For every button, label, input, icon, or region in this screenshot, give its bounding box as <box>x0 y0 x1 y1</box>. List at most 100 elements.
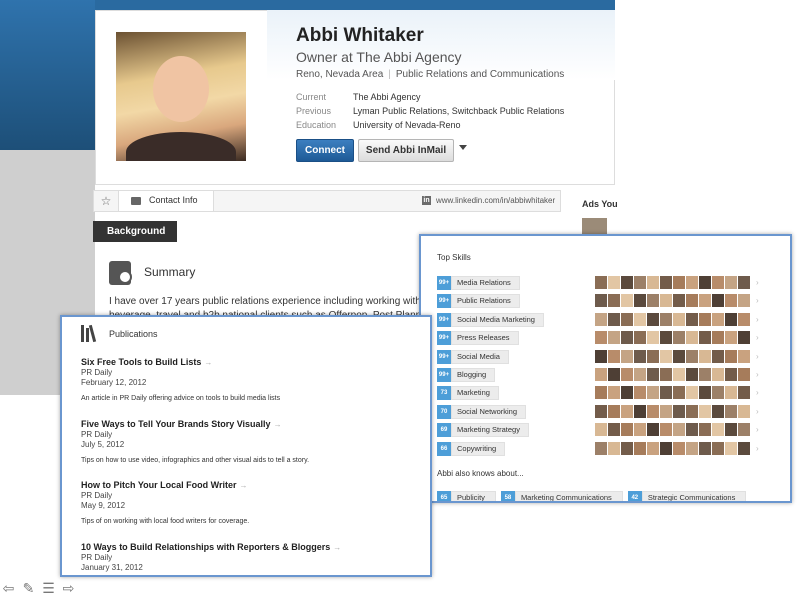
endorser-avatars[interactable]: › <box>595 404 759 418</box>
avatar[interactable] <box>647 276 659 289</box>
avatar[interactable] <box>738 368 750 381</box>
avatar[interactable] <box>621 294 633 308</box>
skill-row[interactable]: 66 Copywriting › <box>437 441 759 456</box>
avatar[interactable] <box>660 276 672 289</box>
chevron-right-icon[interactable]: › <box>756 294 759 307</box>
avatar[interactable] <box>608 349 620 363</box>
chevron-right-icon[interactable]: › <box>756 276 759 289</box>
industry-link[interactable]: Public Relations and Communications <box>396 69 564 80</box>
chevron-down-icon[interactable] <box>459 145 467 150</box>
fact-value[interactable]: The Abbi Agency <box>353 90 421 104</box>
avatar[interactable] <box>725 423 737 437</box>
avatar[interactable] <box>673 312 685 326</box>
avatar[interactable] <box>660 331 672 345</box>
avatar[interactable] <box>621 349 633 363</box>
avatar[interactable] <box>634 404 646 418</box>
avatar[interactable] <box>673 404 685 418</box>
avatar[interactable] <box>647 294 659 308</box>
skill-row[interactable]: 99+ Social Media Marketing › <box>437 312 759 327</box>
avatar[interactable] <box>699 294 711 308</box>
avatar[interactable] <box>595 368 607 381</box>
skill-chip[interactable]: 65 Publicity <box>437 491 496 501</box>
avatar[interactable] <box>686 423 698 437</box>
avatar[interactable] <box>686 294 698 308</box>
avatar[interactable] <box>660 404 672 418</box>
publication-title[interactable]: Six Free Tools to Build Lists → <box>81 357 280 368</box>
avatar[interactable] <box>725 404 737 418</box>
avatar[interactable] <box>712 404 724 418</box>
avatar[interactable] <box>647 423 659 437</box>
avatar[interactable] <box>712 441 724 455</box>
avatar[interactable] <box>634 441 646 455</box>
avatar[interactable] <box>595 349 607 363</box>
avatar[interactable] <box>621 368 633 381</box>
endorser-avatars[interactable]: › <box>595 276 759 289</box>
avatar[interactable] <box>621 331 633 345</box>
forward-arrow-icon[interactable]: ⇨ <box>60 580 77 596</box>
avatar[interactable] <box>712 331 724 345</box>
avatar[interactable] <box>608 294 620 308</box>
avatar[interactable] <box>608 276 620 289</box>
avatar[interactable] <box>712 312 724 326</box>
avatar[interactable] <box>738 441 750 455</box>
avatar[interactable] <box>699 368 711 381</box>
avatar[interactable] <box>712 386 724 400</box>
avatar[interactable] <box>673 331 685 345</box>
avatar[interactable] <box>660 441 672 455</box>
avatar[interactable] <box>725 349 737 363</box>
avatar[interactable] <box>595 331 607 345</box>
avatar[interactable] <box>660 312 672 326</box>
avatar[interactable] <box>660 349 672 363</box>
avatar[interactable] <box>595 423 607 437</box>
skill-row[interactable]: 99+ Public Relations › <box>437 294 759 309</box>
avatar[interactable] <box>686 404 698 418</box>
avatar[interactable] <box>608 441 620 455</box>
avatar[interactable] <box>738 423 750 437</box>
avatar[interactable] <box>699 312 711 326</box>
avatar[interactable] <box>699 404 711 418</box>
chevron-right-icon[interactable]: › <box>756 313 759 326</box>
chevron-right-icon[interactable]: › <box>756 331 759 344</box>
avatar[interactable] <box>725 294 737 308</box>
avatar[interactable] <box>738 386 750 400</box>
avatar[interactable] <box>686 331 698 345</box>
fact-value[interactable]: University of Nevada-Reno <box>353 118 461 132</box>
skill-row[interactable]: 70 Social Networking › <box>437 404 759 419</box>
avatar[interactable] <box>634 349 646 363</box>
list-icon[interactable]: ☰ <box>40 580 57 596</box>
skill-row[interactable]: 99+ Press Releases › <box>437 331 759 346</box>
avatar[interactable] <box>660 294 672 308</box>
chevron-right-icon[interactable]: › <box>756 368 759 381</box>
avatar[interactable] <box>634 368 646 381</box>
avatar[interactable] <box>621 276 633 289</box>
endorser-avatars[interactable]: › <box>595 294 759 308</box>
avatar[interactable] <box>712 423 724 437</box>
avatar[interactable] <box>595 312 607 326</box>
avatar[interactable] <box>673 368 685 381</box>
avatar[interactable] <box>725 312 737 326</box>
avatar[interactable] <box>634 294 646 308</box>
chevron-right-icon[interactable]: › <box>756 442 759 455</box>
avatar[interactable] <box>608 386 620 400</box>
avatar[interactable] <box>686 386 698 400</box>
avatar[interactable] <box>634 386 646 400</box>
avatar[interactable] <box>686 312 698 326</box>
avatar[interactable] <box>595 441 607 455</box>
background-tab[interactable]: Background <box>93 221 177 242</box>
avatar[interactable] <box>699 349 711 363</box>
avatar[interactable] <box>712 349 724 363</box>
avatar[interactable] <box>621 386 633 400</box>
endorser-avatars[interactable]: › <box>595 441 759 455</box>
avatar[interactable] <box>699 441 711 455</box>
publication-title[interactable]: Five Ways to Tell Your Brands Story Visu… <box>81 419 309 430</box>
avatar[interactable] <box>634 312 646 326</box>
publication-title[interactable]: 10 Ways to Build Relationships with Repo… <box>81 542 341 553</box>
contact-info-button[interactable]: Contact Info <box>119 191 214 211</box>
avatar[interactable] <box>686 349 698 363</box>
chevron-right-icon[interactable]: › <box>756 423 759 436</box>
avatar[interactable] <box>712 294 724 308</box>
avatar[interactable] <box>686 276 698 289</box>
avatar[interactable] <box>621 312 633 326</box>
avatar[interactable] <box>634 423 646 437</box>
avatar[interactable] <box>699 423 711 437</box>
